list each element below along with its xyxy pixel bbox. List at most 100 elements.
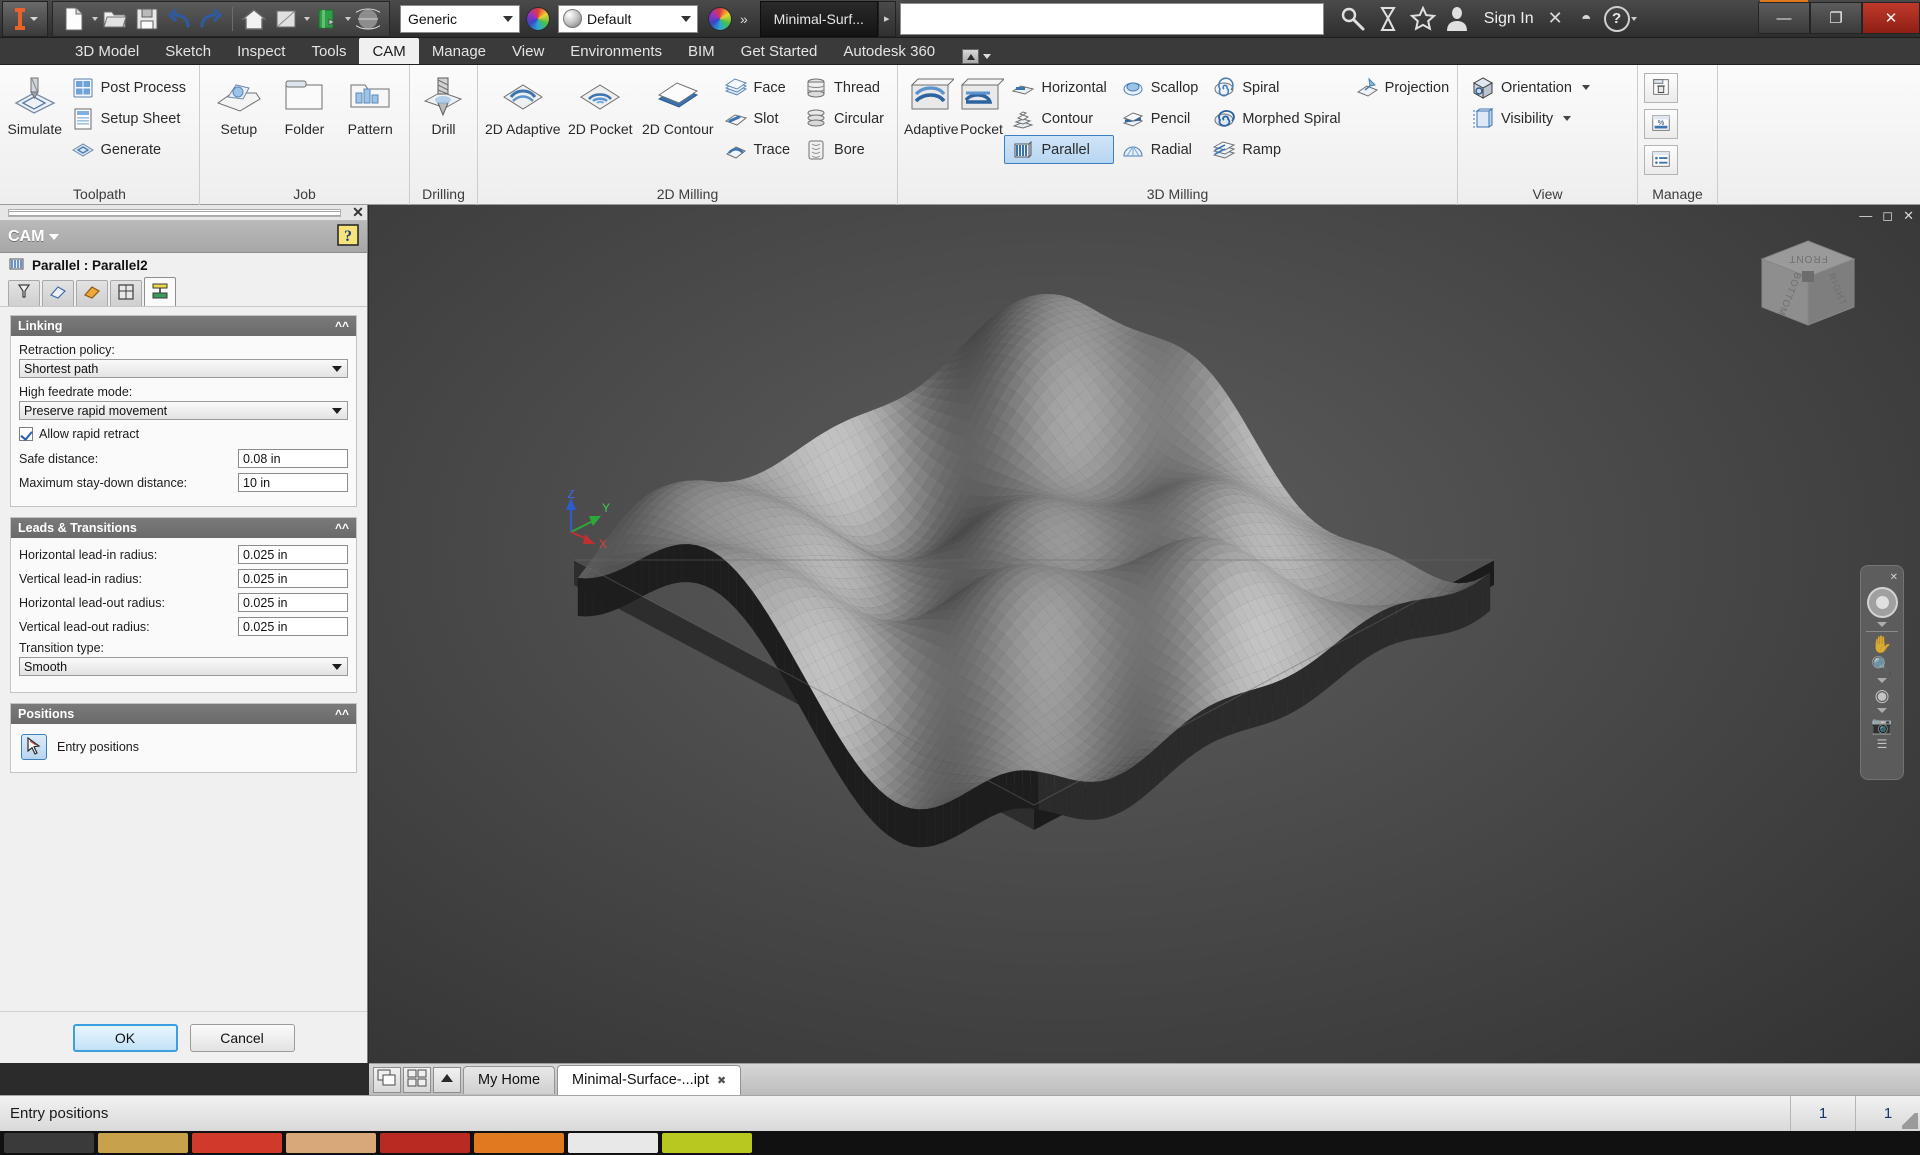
cascade-windows-button[interactable] [373,1066,401,1093]
ribbon-button-parallel[interactable]: Parallel [1004,135,1114,164]
ribbon-button-scallop[interactable]: Scallop [1114,73,1206,102]
titlebar-document-tab[interactable]: Minimal-Surf... [759,0,878,37]
ribbon-button-generate[interactable]: Generate [64,135,193,164]
ribbon-button-horizontal[interactable]: Horizontal [1004,73,1113,102]
passes-tab[interactable] [110,280,142,306]
ribbon-tab-manage[interactable]: Manage [419,38,499,64]
input-vertical-lead-in-radius[interactable] [239,570,367,587]
view-cube[interactable]: FRONT BOTTOM RIGHT [1754,237,1862,337]
search-icon[interactable] [1340,6,1366,32]
ribbon-button-clear-toolpath-icon[interactable] [1644,73,1678,103]
chevron-up-icon[interactable]: ^^ [335,319,349,333]
input-maximum-stay-down-distance[interactable] [239,474,367,491]
ribbon-button-pattern[interactable]: Pattern [337,71,403,137]
return-button[interactable] [271,4,301,34]
tile-windows-button[interactable] [403,1066,431,1093]
input-horizontal-lead-out-radius[interactable] [239,594,367,611]
linking-tab[interactable] [144,277,176,306]
new-file-button[interactable] [59,4,89,34]
redo-button[interactable] [196,4,226,34]
ribbon-button-trace[interactable]: Trace [717,135,798,164]
ribbon-button-pencil[interactable]: Pencil [1114,104,1206,133]
ribbon-button-setup-sheet[interactable]: Setup Sheet [64,104,193,133]
sign-in-link[interactable]: Sign In [1484,10,1534,28]
spinner-vertical-lead-out-radius[interactable] [238,617,367,636]
taskbar-item[interactable] [192,1133,282,1153]
ribbon-button-visibility[interactable]: Visibility [1464,104,1597,133]
ribbon-button-2d-pocket[interactable]: 2D Pocket [562,71,640,137]
select-retraction-policy[interactable]: Shortest path [19,359,348,378]
input-vertical-lead-out-radius[interactable] [239,618,367,635]
ribbon-button-bore[interactable]: Bore [797,135,891,164]
cancel-button[interactable]: Cancel [189,1023,295,1052]
chevron-down-icon[interactable] [1563,116,1572,121]
ribbon-button-morphed-spiral[interactable]: Morphed Spiral [1205,104,1347,133]
panel-close-button[interactable]: ✕ [349,204,367,221]
window-resize-grip[interactable] [1902,1113,1918,1129]
taskbar-item[interactable] [662,1133,752,1153]
spinner-horizontal-lead-in-radius[interactable] [238,545,367,564]
ribbon-tab-tools[interactable]: Tools [298,38,359,64]
exchange-apps-icon[interactable]: ◓ [1581,8,1592,29]
document-tab-minimal-surface-ipt[interactable]: Minimal-Surface-...ipt ✖ [557,1064,742,1095]
chevron-down-icon[interactable] [1581,85,1590,90]
navbar-close-icon[interactable]: ✕ [1890,572,1898,583]
panel-grip[interactable]: ✕ [0,204,367,221]
form-group-header[interactable]: Linking ^^ [11,316,356,336]
ribbon-button-orientation[interactable]: Orientation [1464,73,1597,102]
chevron-up-icon[interactable]: ^^ [335,521,349,535]
material-select[interactable]: Generic [400,4,520,33]
appearance-select[interactable]: Default [558,4,698,33]
search-input[interactable] [899,2,1324,35]
color-wheel-icon[interactable] [526,6,550,31]
ribbon-tab-inspect[interactable]: Inspect [224,38,298,64]
select-high-feedrate-mode[interactable]: Preserve rapid movement [19,401,348,420]
material-browser-button[interactable] [353,4,383,34]
chevron-up-icon[interactable]: ^^ [335,707,349,721]
taskbar-item[interactable] [380,1133,470,1153]
ribbon-button-face[interactable]: Face [717,73,798,102]
ribbon-button-drill[interactable]: Drill [416,71,471,137]
form-group-header[interactable]: Leads & Transitions ^^ [11,518,356,538]
geometry-tab[interactable] [42,280,74,306]
ribbon-button-projection[interactable]: Projection [1348,73,1456,102]
ribbon-button-tool-library-icon[interactable] [1644,145,1678,175]
favorites-star-icon[interactable] [1409,5,1436,32]
look-at-camera-icon[interactable]: 📷 [1871,717,1892,734]
ribbon-tab-3d-model[interactable]: 3D Model [62,38,152,64]
ribbon-button-adaptive[interactable]: Adaptive [904,71,958,137]
select-transition-type[interactable]: Smooth [19,657,348,676]
help-book-icon[interactable]: ? [337,224,359,249]
appearance-wheel-icon[interactable] [708,6,732,31]
document-next-button[interactable]: ▸ [877,0,896,37]
taskbar-item[interactable] [474,1133,564,1153]
graphics-viewport[interactable]: — ◻ ✕ Z Y X FRONT BOTTOM RIGHT ✕ ✋ 🔍 ◉ 📷… [369,205,1920,1063]
ribbon-button-radial[interactable]: Radial [1114,135,1206,164]
chevron-down-icon[interactable] [92,16,98,21]
help-exchange-icon[interactable] [1376,6,1400,32]
input-horizontal-lead-in-radius[interactable] [239,546,367,563]
form-group-header[interactable]: Positions ^^ [11,704,356,724]
ribbon-tab-get-started[interactable]: Get Started [728,38,831,64]
chevron-down-icon[interactable] [304,16,310,21]
viewport-restore-button[interactable]: ◻ [1882,208,1893,224]
entry-positions-button[interactable] [21,734,47,760]
tool-tab[interactable] [8,280,40,306]
zoom-magnifier-icon[interactable]: 🔍 [1871,657,1892,674]
ribbon-button-contour[interactable]: Contour [1004,104,1113,133]
autodesk-360-status[interactable] [962,49,992,64]
home-button[interactable] [239,4,269,34]
ribbon-button-post-process[interactable]: Post Process [64,73,193,102]
ribbon-button-simulate[interactable]: Simulate [6,71,64,137]
ribbon-button-spiral[interactable]: Spiral [1205,73,1347,102]
minimize-button[interactable]: — [1758,2,1810,34]
ribbon-button-circular[interactable]: Circular [797,104,891,133]
close-button[interactable]: ✕ [1862,2,1920,34]
ribbon-tab-autodesk-360[interactable]: Autodesk 360 [830,38,948,64]
chevron-down-icon[interactable] [345,16,351,21]
taskbar-item[interactable] [4,1133,94,1153]
ok-button[interactable]: OK [72,1023,178,1052]
spinner-safe-distance[interactable] [238,449,367,468]
application-menu-button[interactable] [2,0,48,37]
ribbon-tab-cam[interactable]: CAM [359,38,419,64]
